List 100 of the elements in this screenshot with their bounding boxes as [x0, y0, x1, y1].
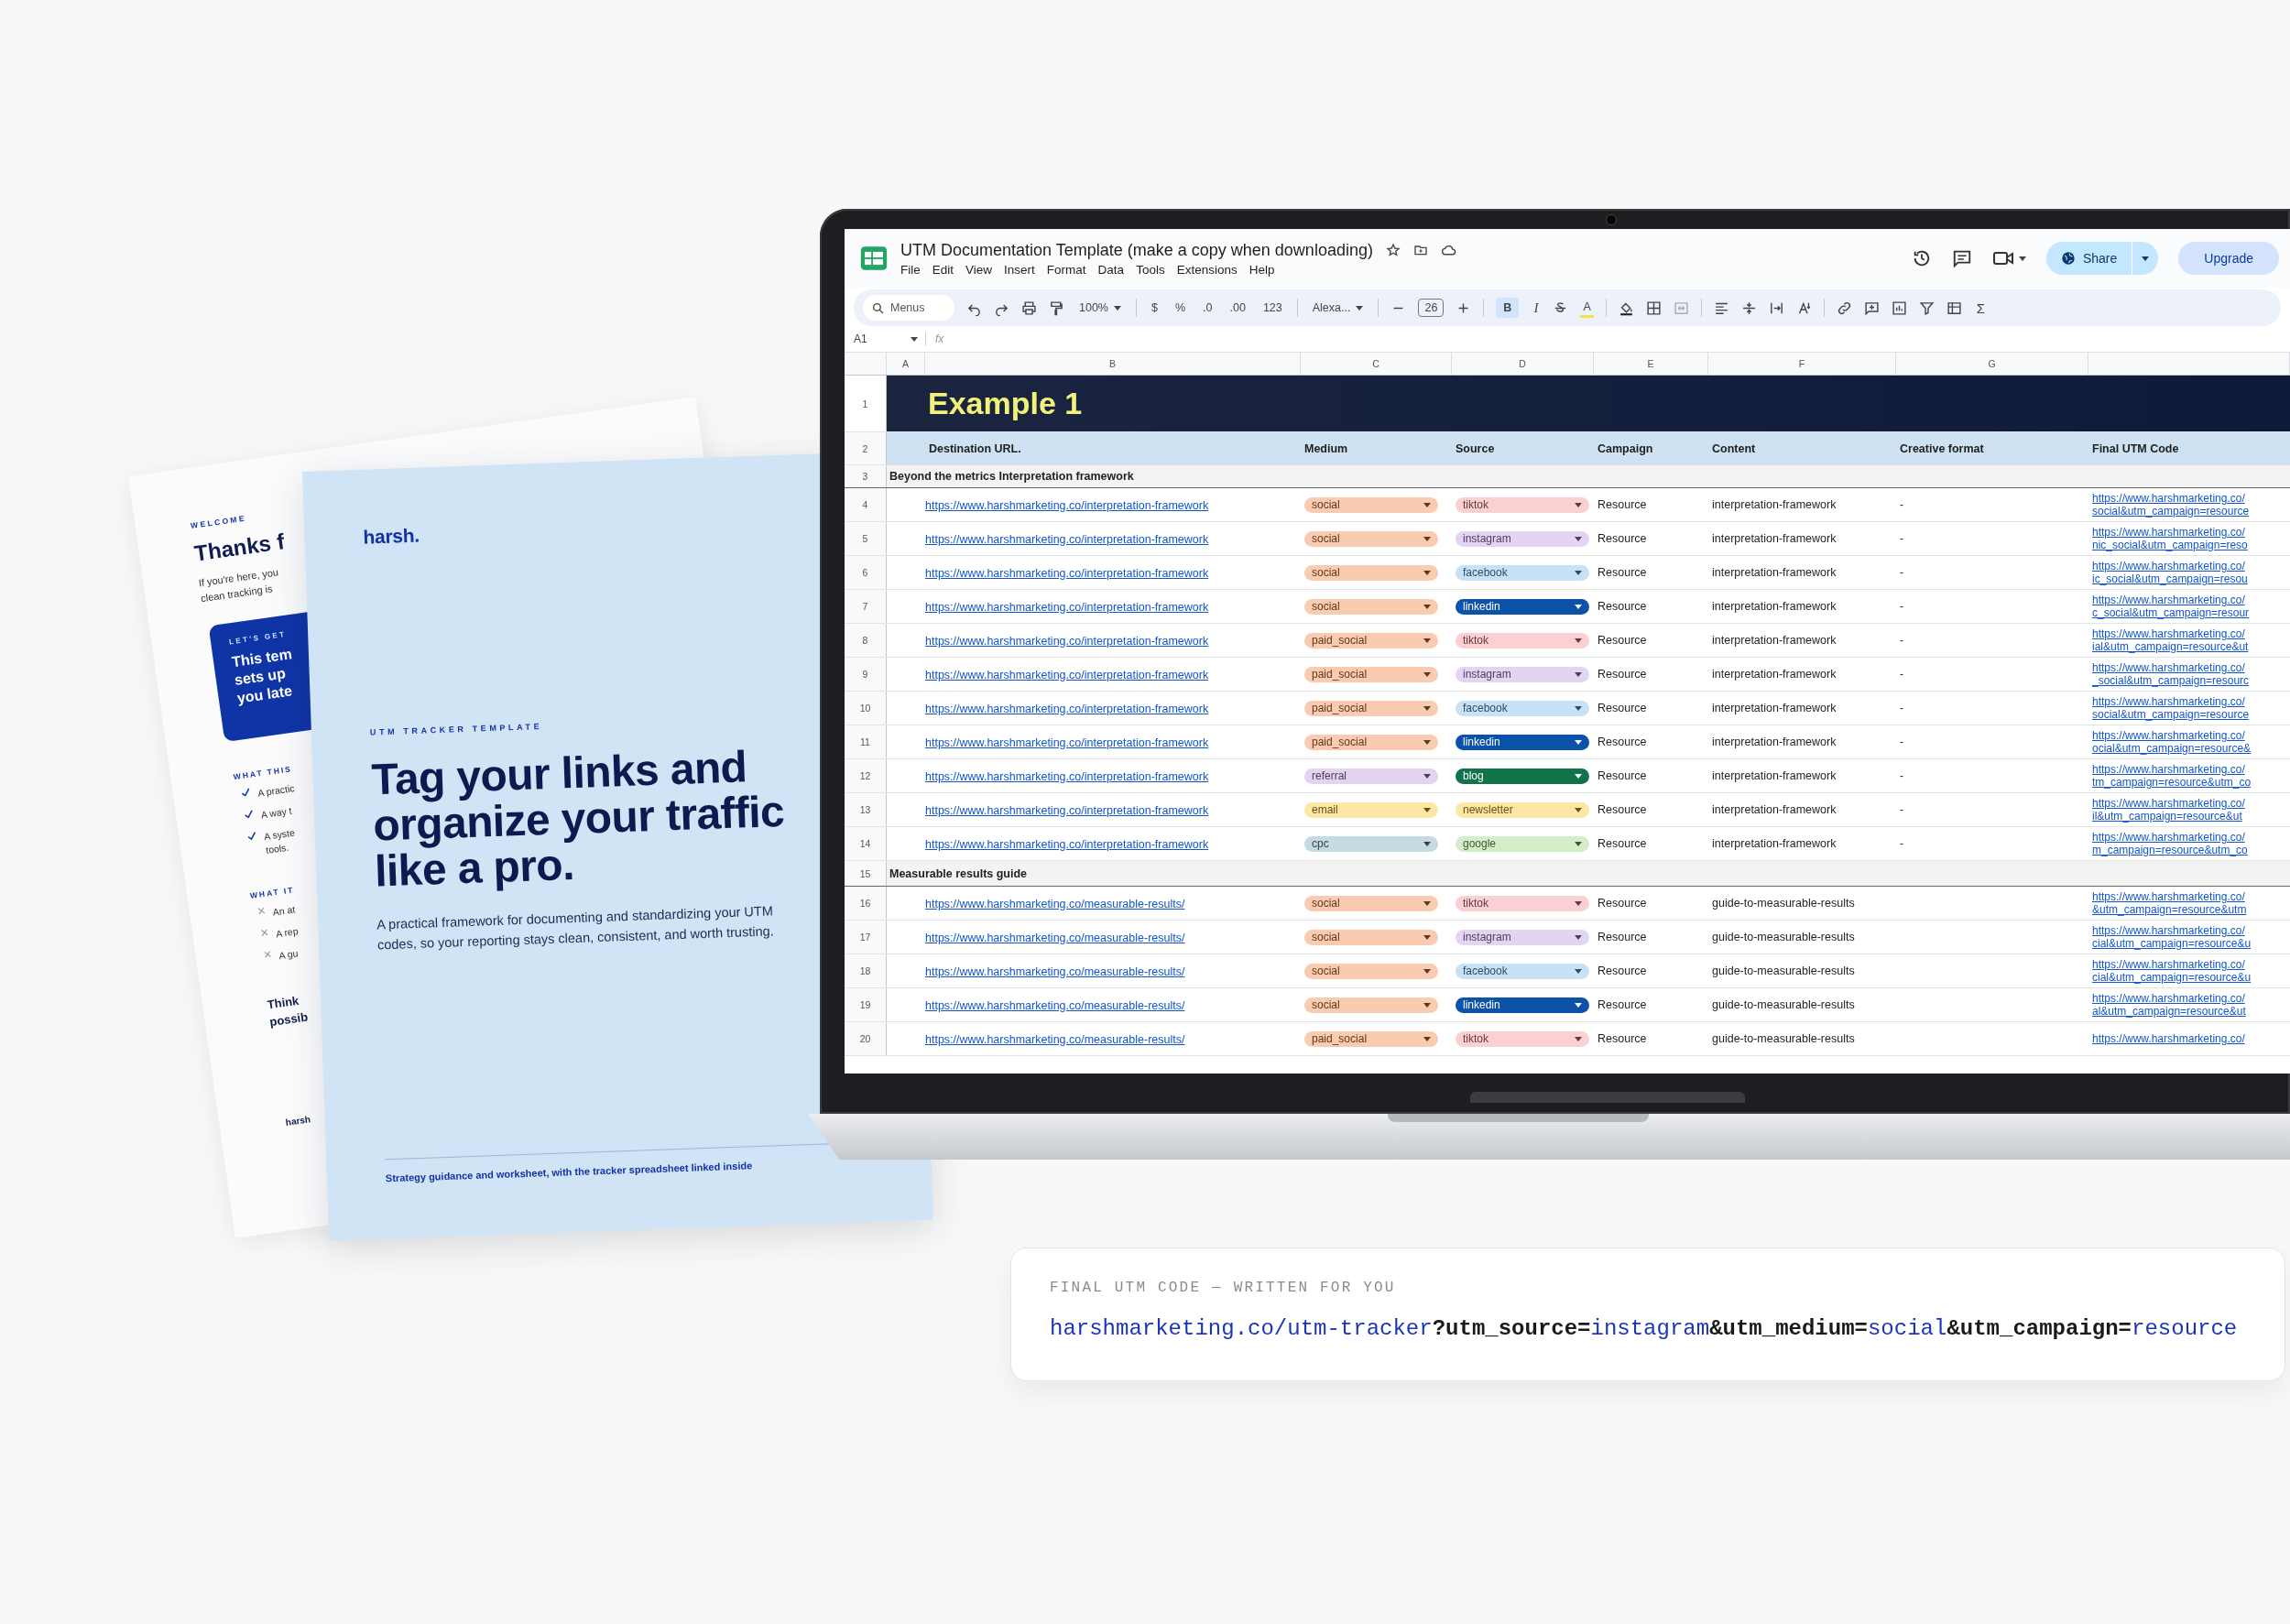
url-link[interactable]: https://www.harshmarketing.co/ c_social&utm_campaign=resour — [2088, 594, 2290, 619]
menu-item[interactable]: View — [965, 262, 993, 277]
url-link[interactable]: https://www.harshmarketing.co/interpretation-framework — [925, 804, 1209, 817]
url-link[interactable]: https://www.harshmarketing.co/ tm_campaign=resource&utm_co — [2088, 763, 2290, 789]
menu-item[interactable]: Tools — [1136, 262, 1165, 277]
url-link[interactable]: https://www.harshmarketing.co/ ic_social&utm_campaign=resou — [2088, 560, 2290, 585]
dropdown-chip[interactable]: paid_social — [1304, 734, 1438, 750]
text-color-button[interactable]: A — [1580, 298, 1594, 318]
url-link[interactable]: https://www.harshmarketing.co/interpretation-framework — [925, 635, 1209, 648]
dropdown-chip[interactable]: social — [1304, 530, 1438, 547]
share-button[interactable]: Share — [2045, 242, 2132, 275]
menu-item[interactable]: Format — [1046, 262, 1086, 277]
dropdown-chip[interactable]: tiktok — [1456, 1030, 1589, 1047]
percent-button[interactable]: % — [1172, 300, 1189, 316]
url-link[interactable]: https://www.harshmarketing.co/measurable-results/ — [925, 898, 1185, 910]
bold-button[interactable]: B — [1496, 298, 1520, 318]
dropdown-chip[interactable]: email — [1304, 801, 1438, 818]
number-format-button[interactable]: 123 — [1260, 300, 1285, 316]
comment-icon[interactable] — [1951, 248, 1972, 268]
dropdown-chip[interactable]: facebook — [1456, 564, 1589, 581]
merge-cells-icon[interactable] — [1673, 300, 1689, 316]
url-link[interactable]: https://www.harshmarketing.co/measurable-results/ — [925, 1033, 1185, 1046]
dropdown-chip[interactable]: google — [1456, 835, 1589, 852]
star-icon[interactable] — [1385, 243, 1401, 257]
url-link[interactable]: https://www.harshmarketing.co/ cial&utm_campaign=resource&u — [2088, 924, 2290, 950]
zoom-dropdown[interactable]: 100% — [1076, 300, 1124, 316]
borders-icon[interactable] — [1645, 300, 1662, 316]
url-link[interactable]: https://www.harshmarketing.co/ — [2088, 1032, 2290, 1045]
dropdown-chip[interactable]: linkedin — [1456, 997, 1589, 1013]
currency-button[interactable]: $ — [1149, 300, 1161, 316]
url-link[interactable]: https://www.harshmarketing.co/interpretation-framework — [925, 669, 1209, 681]
decrease-decimals-button[interactable]: .0 — [1200, 300, 1216, 316]
dropdown-chip[interactable]: social — [1304, 564, 1438, 581]
dropdown-chip[interactable]: newsletter — [1456, 801, 1589, 818]
url-link[interactable]: https://www.harshmarketing.co/interpretation-framework — [925, 533, 1209, 546]
menu-item[interactable]: Data — [1097, 262, 1125, 277]
url-link[interactable]: https://www.harshmarketing.co/measurable-results/ — [925, 932, 1185, 944]
url-link[interactable]: https://www.harshmarketing.co/ il&utm_campaign=resource&ut — [2088, 797, 2290, 823]
url-link[interactable]: https://www.harshmarketing.co/interpretation-framework — [925, 736, 1209, 749]
dropdown-chip[interactable]: social — [1304, 496, 1438, 513]
dropdown-chip[interactable]: paid_social — [1304, 666, 1438, 682]
menu-item[interactable]: Help — [1249, 262, 1275, 277]
dropdown-chip[interactable]: tiktok — [1456, 632, 1589, 649]
print-icon[interactable] — [1021, 300, 1037, 316]
url-link[interactable]: https://www.harshmarketing.co/ &utm_campaign=resource&utm — [2088, 890, 2290, 916]
dropdown-chip[interactable]: referral — [1304, 768, 1438, 784]
dropdown-chip[interactable]: social — [1304, 598, 1438, 615]
url-link[interactable]: https://www.harshmarketing.co/measurable-results/ — [925, 965, 1185, 978]
url-link[interactable]: https://www.harshmarketing.co/ cial&utm_campaign=resource&u — [2088, 958, 2290, 984]
font-dropdown[interactable]: Alexa... — [1309, 300, 1367, 316]
menu-item[interactable]: File — [900, 262, 921, 277]
url-link[interactable]: https://www.harshmarketing.co/ m_campaign=resource&utm_co — [2088, 831, 2290, 856]
url-link[interactable]: https://www.harshmarketing.co/ ial&utm_campaign=resource&ut — [2088, 627, 2290, 653]
url-link[interactable]: https://www.harshmarketing.co/measurable-results/ — [925, 999, 1185, 1012]
menu-item[interactable]: Insert — [1004, 262, 1035, 277]
url-link[interactable]: https://www.harshmarketing.co/interpretation-framework — [925, 770, 1209, 783]
dropdown-chip[interactable]: instagram — [1456, 666, 1589, 682]
insert-comment-icon[interactable] — [1863, 300, 1880, 316]
dropdown-chip[interactable]: social — [1304, 997, 1438, 1013]
url-link[interactable]: https://www.harshmarketing.co/interpretation-framework — [925, 838, 1209, 851]
dropdown-chip[interactable]: cpc — [1304, 835, 1438, 852]
folder-icon[interactable] — [1412, 243, 1428, 257]
dropdown-chip[interactable]: instagram — [1456, 530, 1589, 547]
dropdown-chip[interactable]: facebook — [1456, 963, 1589, 979]
font-size-field[interactable]: 26 — [1418, 299, 1445, 317]
increase-decimals-button[interactable]: .00 — [1227, 300, 1249, 316]
name-box[interactable]: A1 — [854, 332, 867, 345]
url-link[interactable]: https://www.harshmarketing.co/ ocial&utm_campaign=resource& — [2088, 729, 2290, 755]
dropdown-chip[interactable]: tiktok — [1456, 496, 1589, 513]
url-link[interactable]: https://www.harshmarketing.co/interpretation-framework — [925, 601, 1209, 614]
url-link[interactable]: https://www.harshmarketing.co/interpretation-framework — [925, 499, 1209, 512]
dropdown-chip[interactable]: paid_social — [1304, 700, 1438, 716]
functions-button[interactable]: Σ — [1973, 298, 1988, 318]
dropdown-chip[interactable]: facebook — [1456, 700, 1589, 716]
dropdown-chip[interactable]: linkedin — [1456, 598, 1589, 615]
link-icon[interactable] — [1836, 300, 1852, 316]
dropdown-chip[interactable]: paid_social — [1304, 632, 1438, 649]
url-link[interactable]: https://www.harshmarketing.co/ nic_social&utm_campaign=reso — [2088, 526, 2290, 551]
table-icon[interactable] — [1946, 300, 1962, 316]
dropdown-chip[interactable]: linkedin — [1456, 734, 1589, 750]
video-call-icon[interactable] — [1991, 249, 2014, 267]
url-link[interactable]: https://www.harshmarketing.co/ social&utm_campaign=resource — [2088, 492, 2290, 518]
dropdown-chip[interactable]: social — [1304, 963, 1438, 979]
url-link[interactable]: https://www.harshmarketing.co/ _social&utm_campaign=resourc — [2088, 661, 2290, 687]
search-field[interactable]: Menus — [863, 295, 954, 321]
menu-item[interactable]: Extensions — [1176, 262, 1238, 277]
dropdown-chip[interactable]: instagram — [1456, 929, 1589, 945]
url-link[interactable]: https://www.harshmarketing.co/interpretation-framework — [925, 703, 1209, 715]
filter-icon[interactable] — [1918, 300, 1935, 316]
url-link[interactable]: https://www.harshmarketing.co/ social&utm_campaign=resource — [2088, 695, 2290, 721]
italic-button[interactable]: I — [1531, 298, 1542, 318]
url-link[interactable]: https://www.harshmarketing.co/interpretation-framework — [925, 567, 1209, 580]
url-link[interactable]: https://www.harshmarketing.co/ al&utm_campaign=resource&ut — [2088, 992, 2290, 1018]
dropdown-chip[interactable]: blog — [1456, 768, 1589, 784]
chart-icon[interactable] — [1891, 300, 1907, 316]
dropdown-chip[interactable]: social — [1304, 929, 1438, 945]
dropdown-chip[interactable]: social — [1304, 895, 1438, 911]
dropdown-chip[interactable]: paid_social — [1304, 1030, 1438, 1047]
menu-item[interactable]: Edit — [932, 262, 954, 277]
dropdown-chip[interactable]: tiktok — [1456, 895, 1589, 911]
